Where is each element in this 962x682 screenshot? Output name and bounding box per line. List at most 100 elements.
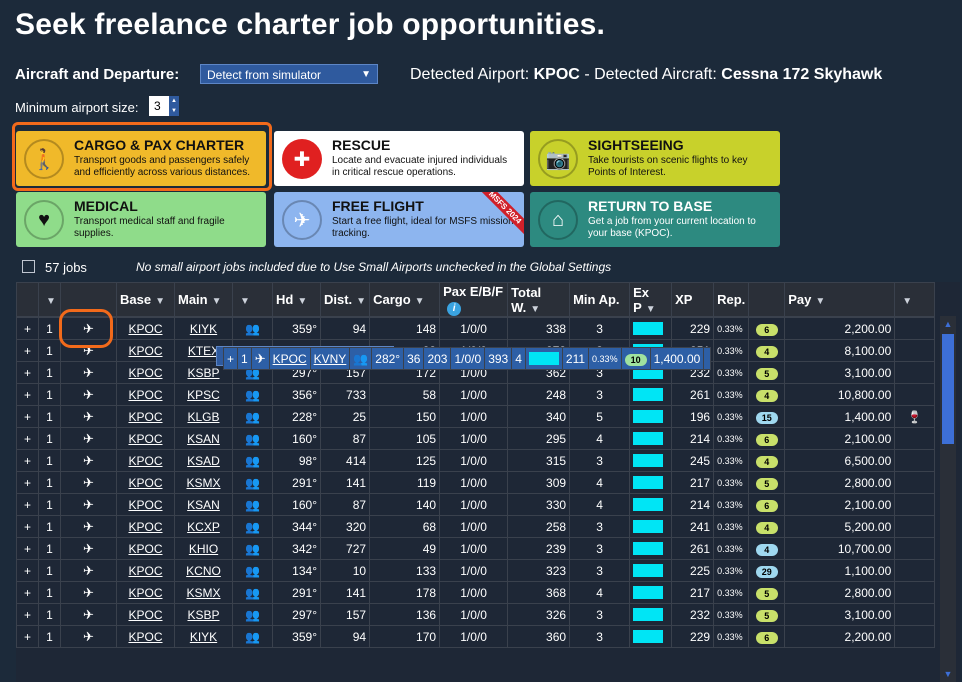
table-row[interactable]: +1 ✈ KPOC KVNY 👥 282° 36 203 1/0/0 393 4 211 0.33% 10… [216, 346, 712, 370]
expand-icon[interactable]: + [16, 405, 39, 428]
main-airport[interactable]: KSBP [174, 603, 233, 626]
expand-icon[interactable]: + [16, 537, 39, 560]
column-header[interactable] [16, 282, 39, 317]
scroll-up-icon[interactable]: ▲ [940, 316, 956, 332]
expand-icon[interactable]: + [16, 383, 39, 406]
column-header[interactable]: Hd ▼ [272, 282, 321, 317]
filter-icon[interactable]: ▼ [902, 296, 912, 307]
main-airport[interactable]: KSAN [174, 427, 233, 450]
column-header[interactable]: Min Ap. [569, 282, 631, 317]
expand-icon[interactable]: + [16, 493, 39, 516]
base-airport[interactable]: KPOC [116, 537, 175, 560]
column-header[interactable]: Ex P ▼ [629, 282, 673, 317]
column-header[interactable]: Total W. ▼ [507, 282, 571, 317]
column-header[interactable]: Cargo ▼ [369, 282, 441, 317]
main-airport[interactable]: KSMX [174, 581, 233, 604]
table-scrollbar[interactable]: ▲ ▼ [940, 316, 956, 682]
base-airport[interactable]: KPOC [116, 559, 175, 582]
scrollbar-thumb[interactable] [942, 334, 954, 444]
info-icon[interactable]: i [447, 301, 462, 316]
expand-icon[interactable]: + [16, 625, 39, 648]
main-airport[interactable]: KVNY [309, 347, 351, 370]
base-airport[interactable]: KPOC [116, 449, 175, 472]
filter-icon[interactable]: ▼ [415, 296, 425, 307]
table-row[interactable]: +1 ✈ KPOC KSMX 👥 291° 141 119 1/0/0 309 4 217 0.33% 5… [16, 471, 936, 494]
main-airport[interactable]: KLGB [174, 405, 233, 428]
filter-icon[interactable]: ▼ [46, 296, 56, 307]
table-row[interactable]: +1 ✈ KPOC KSAN 👥 160° 87 140 1/0/0 330 4 214 0.33% 6 2… [16, 493, 936, 516]
expand-icon[interactable]: + [16, 339, 39, 362]
expand-icon[interactable]: + [222, 347, 239, 370]
column-header[interactable]: XP [671, 282, 715, 317]
filter-icon[interactable]: ▼ [155, 296, 165, 307]
main-airport[interactable]: KIYK [174, 625, 233, 648]
column-header[interactable]: Dist. ▼ [319, 282, 371, 317]
main-airport[interactable]: KSAN [174, 493, 233, 516]
base-airport[interactable]: KPOC [116, 427, 175, 450]
card-sightseeing[interactable]: 📷 SIGHTSEEING Take tourists on scenic flig… [530, 131, 780, 186]
expand-icon[interactable]: + [16, 449, 39, 472]
departure-select[interactable]: Detect from simulator ▼ [200, 64, 378, 84]
main-airport[interactable]: KPSC [174, 383, 233, 406]
base-airport[interactable]: KPOC [116, 625, 175, 648]
table-row[interactable]: +1 ✈ KPOC KSBP 👥 297° 157 136 1/0/0 326 3 232 0.33% 5… [16, 603, 936, 626]
base-airport[interactable]: KPOC [116, 603, 175, 626]
filter-icon[interactable]: ▼ [815, 296, 825, 307]
base-airport[interactable]: KPOC [116, 339, 175, 362]
min-airport-size-stepper[interactable]: 3 ▲ ▼ [149, 96, 179, 116]
expand-icon[interactable]: + [16, 515, 39, 538]
base-airport[interactable]: KPOC [116, 383, 175, 406]
base-airport[interactable]: KPOC [116, 405, 175, 428]
filter-icon[interactable]: ▼ [297, 296, 307, 307]
main-airport[interactable]: KIYK [174, 317, 233, 340]
column-header[interactable]: Rep. [713, 282, 750, 317]
filter-icon[interactable]: ▼ [240, 296, 250, 307]
column-header[interactable]: Pax E/B/F i [439, 282, 509, 317]
base-airport[interactable]: KPOC [116, 317, 175, 340]
base-airport[interactable]: KPOC [116, 515, 175, 538]
table-row[interactable]: +1 ✈ KPOC KLGB 👥 228° 25 150 1/0/0 340 5 196 0.33% 15… [16, 405, 936, 428]
base-airport[interactable]: KPOC [116, 361, 175, 384]
filter-icon[interactable]: ▼ [530, 304, 540, 315]
filter-icon[interactable]: ▼ [646, 304, 656, 315]
scroll-down-icon[interactable]: ▼ [940, 666, 956, 682]
table-row[interactable]: +1 ✈ KPOC KSMX 👥 291° 141 178 1/0/0 368 4 217 0.33% 5… [16, 581, 936, 604]
table-row[interactable]: +1 ✈ KPOC KPSC 👥 356° 733 58 1/0/0 248 3 261 0.33% 4 1… [16, 383, 936, 406]
column-header[interactable]: Main ▼ [174, 282, 233, 317]
column-header[interactable]: ▼ [38, 282, 61, 317]
expand-icon[interactable]: + [16, 471, 39, 494]
table-row[interactable]: +1 ✈ KPOC KCNO 👥 134° 10 133 1/0/0 323 3 225 0.33% 29… [16, 559, 936, 582]
base-airport[interactable]: KPOC [116, 471, 175, 494]
filter-icon[interactable]: ▼ [356, 296, 366, 307]
card-rescue[interactable]: ✚ RESCUE Locate and evacuate injured indiv… [274, 131, 524, 186]
column-header[interactable]: ▼ [894, 282, 936, 317]
filter-icon[interactable]: ▼ [212, 296, 222, 307]
table-row[interactable]: +1 ✈ KPOC KSAD 👥 98° 414 125 1/0/0 315 3 245 0.33% 4 6… [16, 449, 936, 472]
base-airport[interactable]: KPOC [116, 581, 175, 604]
expand-icon[interactable]: + [16, 603, 39, 626]
expand-icon[interactable]: + [16, 559, 39, 582]
chevron-down-icon[interactable]: ▼ [169, 106, 179, 116]
expand-icon[interactable]: + [16, 361, 39, 384]
main-airport[interactable]: KCNO [174, 559, 233, 582]
column-header[interactable]: ▼ [232, 282, 273, 317]
table-row[interactable]: +1 ✈ KPOC KHIO 👥 342° 727 49 1/0/0 239 3 261 0.33% 4 1… [16, 537, 936, 560]
expand-icon[interactable]: + [16, 581, 39, 604]
expand-icon[interactable]: + [16, 427, 39, 450]
expand-icon[interactable]: + [16, 317, 39, 340]
base-airport[interactable]: KPOC [116, 493, 175, 516]
main-airport[interactable]: KSMX [174, 471, 233, 494]
column-header[interactable]: Pay ▼ [784, 282, 896, 317]
main-airport[interactable]: KHIO [174, 537, 233, 560]
base-airport[interactable]: KPOC [268, 347, 311, 370]
card-free-flight[interactable]: ✈ FREE FLIGHT Start a free flight, ideal f… [274, 192, 524, 247]
table-row[interactable]: +1 ✈ KPOC KSAN 👥 160° 87 105 1/0/0 295 4 214 0.33% 6 2… [16, 427, 936, 450]
card-medical[interactable]: ♥ MEDICAL Transport medical staff and frag… [16, 192, 266, 247]
table-row[interactable]: +1 ✈ KPOC KIYK 👥 359° 94 170 1/0/0 360 3 229 0.33% 6 2… [16, 625, 936, 648]
main-airport[interactable]: KCXP [174, 515, 233, 538]
table-row[interactable]: +1 ✈ KPOC KIYK 👥 359° 94 148 1/0/0 338 3 229 0.33% 6 2… [16, 317, 936, 340]
chevron-up-icon[interactable]: ▲ [169, 96, 179, 106]
select-all-checkbox[interactable] [22, 260, 35, 273]
main-airport[interactable]: KSAD [174, 449, 233, 472]
card-return-to-base[interactable]: ⌂ RETURN TO BASE Get a job from your curre… [530, 192, 780, 247]
